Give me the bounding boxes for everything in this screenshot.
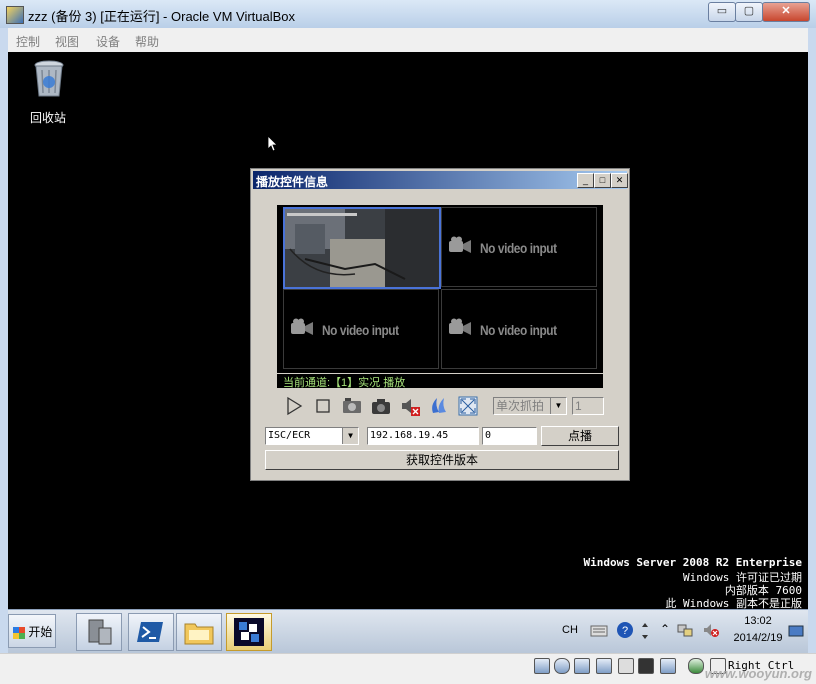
player-control-dialog: 播放控件信息 _ □ ✕ No video input No video inp… (250, 168, 630, 481)
windows-logo-icon (13, 626, 25, 639)
menu-devices[interactable]: 设备 (96, 33, 120, 50)
clock-date[interactable]: 2014/2/19 (726, 632, 790, 644)
camera-icon (291, 318, 313, 335)
capture-mode-select[interactable]: 单次抓拍 ▼ (493, 397, 567, 415)
close-button[interactable]: ✕ (762, 2, 810, 22)
capture-count-field[interactable]: 1 (572, 397, 604, 415)
live-video-frame (285, 209, 439, 287)
shared-folders-icon[interactable] (618, 658, 634, 674)
host-frame-right (808, 28, 816, 683)
dialog-maximize-button[interactable]: □ (594, 173, 611, 188)
keyboard-icon[interactable] (590, 622, 608, 638)
no-video-text: No video input (480, 240, 557, 256)
optical-drive-icon[interactable] (554, 658, 570, 674)
taskbar: 开始 CH ? ⌃ 13:02 2014/2/19 (8, 609, 808, 654)
hard-disk-icon[interactable] (534, 658, 550, 674)
stop-icon[interactable] (312, 395, 334, 417)
network-icon[interactable] (676, 622, 694, 638)
video-grid: No video input No video input No video i… (277, 205, 603, 373)
show-hidden-icons[interactable]: ⌃ (660, 622, 670, 636)
powershell-taskbar-button[interactable] (128, 613, 174, 651)
svg-text:?: ? (622, 625, 628, 637)
help-icon[interactable]: ? (616, 621, 634, 639)
clock-time[interactable]: 13:02 (738, 615, 778, 627)
mouse-cursor-icon (268, 136, 278, 152)
audio-talk-icon[interactable] (428, 395, 450, 417)
folder-icon (184, 623, 214, 645)
show-desktop-icon[interactable] (788, 624, 804, 638)
explorer-taskbar-button[interactable] (176, 613, 222, 651)
powershell-icon (137, 622, 163, 642)
host-window-title: zzz (备份 3) [正在运行] - Oracle VM VirtualBox (28, 9, 296, 24)
maximize-button[interactable]: ▢ (735, 2, 763, 22)
language-indicator[interactable]: CH (562, 624, 578, 636)
network-adapter-icon[interactable] (596, 658, 612, 674)
chevron-down-icon: ▼ (342, 428, 358, 444)
server-manager-taskbar-button[interactable] (76, 613, 122, 651)
scroll-arrows-icon[interactable] (640, 620, 650, 642)
minimize-button[interactable]: ▭ (708, 2, 736, 22)
dialog-close-button[interactable]: ✕ (611, 173, 628, 188)
display-icon[interactable] (638, 658, 654, 674)
host-frame-left (0, 28, 8, 683)
vbox-status-bar: Right Ctrl www.wooyun.org (0, 653, 816, 684)
channel-status-bar: 当前通道:【1】实况 播放 (277, 374, 603, 389)
no-video-text: No video input (480, 322, 557, 338)
os-edition-text: Windows Server 2008 R2 Enterprise (583, 556, 802, 569)
video-channel-1[interactable] (283, 207, 441, 289)
virtualization-icon[interactable] (688, 658, 704, 674)
menu-control[interactable]: 控制 (16, 33, 40, 50)
dialog-title: 播放控件信息 (256, 175, 329, 189)
port-field[interactable]: 0 (482, 427, 537, 445)
server-manager-icon (88, 619, 112, 645)
video-channel-3[interactable]: No video input (283, 289, 439, 369)
camera-icon (449, 236, 471, 253)
protocol-value: ISC/ECR (268, 430, 311, 441)
volume-muted-icon[interactable] (702, 622, 720, 638)
play-icon[interactable] (283, 395, 305, 417)
play-request-button[interactable]: 点播 (541, 426, 619, 446)
host-title-bar[interactable]: zzz (备份 3) [正在运行] - Oracle VM VirtualBox… (0, 0, 816, 28)
start-button[interactable]: 开始 (8, 614, 56, 648)
active-app-taskbar-button[interactable] (226, 613, 272, 651)
app-cubes-icon (234, 618, 264, 646)
capture-mode-value: 单次抓拍 (496, 399, 545, 413)
no-video-text: No video input (322, 322, 399, 338)
site-watermark: www.wooyun.org (704, 666, 812, 681)
menu-help[interactable]: 帮助 (135, 33, 159, 50)
virtualbox-app-icon (6, 6, 24, 24)
camera-icon (449, 318, 471, 335)
dialog-minimize-button[interactable]: _ (577, 173, 594, 188)
chevron-down-icon: ▼ (550, 398, 566, 414)
video-capture-icon[interactable] (660, 658, 676, 674)
usb-icon[interactable] (574, 658, 590, 674)
video-channel-2[interactable]: No video input (441, 207, 597, 287)
record-icon[interactable] (341, 395, 363, 417)
start-label: 开始 (28, 625, 53, 639)
menu-view[interactable]: 视图 (55, 33, 79, 50)
snapshot-camera-icon[interactable] (370, 395, 392, 417)
fullscreen-icon[interactable] (457, 395, 479, 417)
recycle-bin-label: 回收站 (29, 111, 66, 125)
get-version-button[interactable]: 获取控件版本 (265, 450, 619, 470)
dialog-title-bar[interactable]: 播放控件信息 _ □ ✕ (253, 171, 628, 189)
mute-speaker-icon[interactable] (399, 395, 421, 417)
recycle-bin-icon[interactable] (34, 60, 64, 98)
protocol-select[interactable]: ISC/ECR ▼ (265, 427, 359, 445)
ip-address-field[interactable]: 192.168.19.45 (367, 427, 479, 445)
channel-status-text: 当前通道:【1】实况 播放 (283, 377, 406, 389)
host-menu-bar: 控制 视图 设备 帮助 (8, 28, 808, 53)
video-channel-4[interactable]: No video input (441, 289, 597, 369)
